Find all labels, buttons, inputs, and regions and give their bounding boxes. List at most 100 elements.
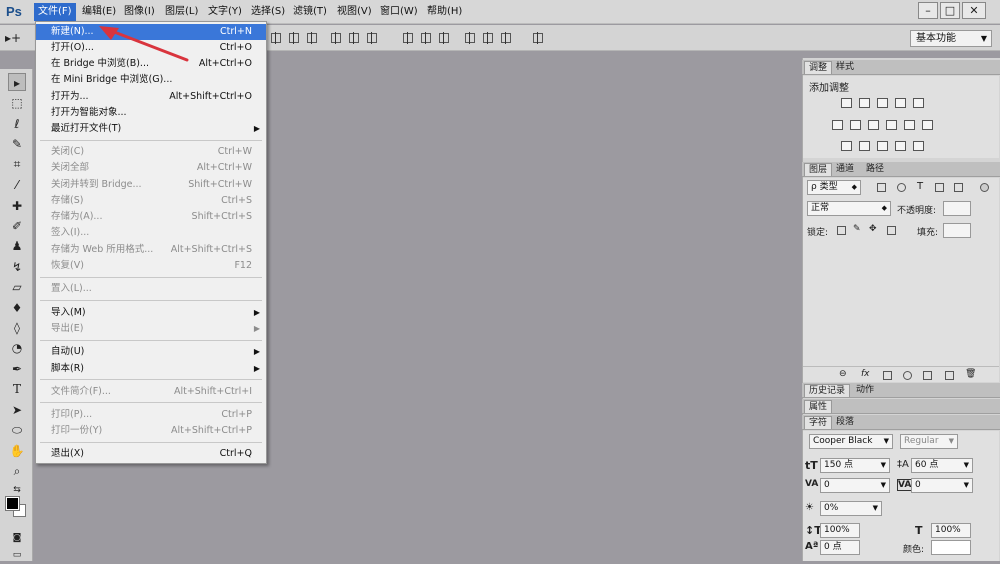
photo-filter-icon[interactable]	[886, 120, 897, 130]
new-layer-icon[interactable]	[945, 371, 954, 380]
tsume-input[interactable]: 0% ▼	[820, 501, 882, 516]
menu-item-exit[interactable]: 退出(X) Ctrl+Q	[36, 446, 266, 462]
menu-file[interactable]: 文件(F)	[34, 3, 76, 21]
font-size-input[interactable]: 150 点 ▼	[820, 458, 890, 473]
menu-select[interactable]: 选择(S)	[247, 3, 289, 21]
menu-item-open-smart-object[interactable]: 打开为智能对象...	[36, 105, 266, 121]
minimize-button[interactable]: –	[918, 2, 938, 19]
align-top-icon[interactable]	[270, 32, 282, 44]
eraser-tool-icon[interactable]: ▱	[8, 278, 26, 296]
align-bottom-icon[interactable]	[306, 32, 318, 44]
delete-layer-icon[interactable]: 🗑	[965, 369, 976, 379]
auto-align-icon[interactable]	[532, 32, 544, 44]
brightness-icon[interactable]	[841, 98, 852, 108]
exposure-icon[interactable]	[895, 98, 906, 108]
lock-image-icon[interactable]: ✎	[853, 224, 861, 234]
filter-pixel-icon[interactable]	[877, 183, 886, 192]
pen-tool-icon[interactable]: ✒	[8, 360, 26, 378]
color-lookup-icon[interactable]	[922, 120, 933, 130]
distribute-top-icon[interactable]	[402, 32, 414, 44]
foreground-color-swatch[interactable]	[5, 496, 20, 511]
distribute-left-icon[interactable]	[464, 32, 476, 44]
clone-stamp-tool-icon[interactable]: ♟	[8, 237, 26, 255]
brush-tool-icon[interactable]: ✐	[8, 217, 26, 235]
channel-mixer-icon[interactable]	[904, 120, 915, 130]
menu-edit[interactable]: 编辑(E)	[78, 3, 120, 21]
lock-position-icon[interactable]: ✥	[869, 224, 877, 234]
distribute-vcenter-icon[interactable]	[420, 32, 432, 44]
quick-mask-icon[interactable]: ◙	[8, 529, 26, 547]
selective-color-icon[interactable]	[895, 141, 906, 151]
quick-select-tool-icon[interactable]: ✎	[8, 135, 26, 153]
menu-item-recent-files[interactable]: 最近打开文件(T) ▶	[36, 121, 266, 137]
layer-filter-select[interactable]: ρ 类型 ◆	[807, 180, 861, 195]
curves-icon[interactable]	[877, 98, 888, 108]
history-brush-tool-icon[interactable]: ↯	[8, 258, 26, 276]
type-tool-icon[interactable]: T	[8, 380, 26, 398]
path-select-tool-icon[interactable]: ➤	[8, 401, 26, 419]
gradient-map-icon[interactable]	[913, 141, 924, 151]
invert-icon[interactable]	[841, 141, 852, 151]
baseline-shift-input[interactable]: 0 点	[820, 540, 860, 555]
tab-channels[interactable]: 通道	[832, 163, 858, 176]
filter-smart-object-icon[interactable]	[954, 183, 963, 192]
align-right-icon[interactable]	[366, 32, 378, 44]
horizontal-scale-input[interactable]: 100%	[931, 523, 971, 538]
menu-item-automate[interactable]: 自动(U) ▶	[36, 344, 266, 360]
paint-bucket-tool-icon[interactable]: ♦	[8, 299, 26, 317]
font-family-select[interactable]: Cooper Black ▼	[809, 434, 893, 449]
tracking-input[interactable]: 0 ▼	[911, 478, 973, 493]
workspace-select[interactable]: 基本功能 ▼	[910, 30, 992, 47]
tab-paragraph[interactable]: 段落	[832, 416, 858, 429]
menu-help[interactable]: 帮助(H)	[423, 3, 466, 21]
color-balance-icon[interactable]	[850, 120, 861, 130]
distribute-bottom-icon[interactable]	[438, 32, 450, 44]
align-hcenter-icon[interactable]	[348, 32, 360, 44]
close-button[interactable]: ✕	[962, 2, 986, 19]
blur-tool-icon[interactable]: ◊	[8, 319, 26, 337]
maximize-button[interactable]: □	[940, 2, 960, 19]
black-white-icon[interactable]	[868, 120, 879, 130]
menu-type[interactable]: 文字(Y)	[204, 3, 246, 21]
text-color-swatch[interactable]	[931, 540, 971, 555]
blend-mode-select[interactable]: 正常 ◆	[807, 201, 891, 216]
menu-layer[interactable]: 图层(L)	[161, 3, 202, 21]
levels-icon[interactable]	[859, 98, 870, 108]
filter-toggle-icon[interactable]	[980, 183, 989, 192]
distribute-hcenter-icon[interactable]	[482, 32, 494, 44]
lock-transparent-icon[interactable]	[837, 226, 846, 235]
threshold-icon[interactable]	[877, 141, 888, 151]
menu-view[interactable]: 视图(V)	[333, 3, 376, 21]
menu-item-open-as[interactable]: 打开为... Alt+Shift+Ctrl+O	[36, 89, 266, 105]
vibrance-icon[interactable]	[913, 98, 924, 108]
tab-properties[interactable]: 属性	[804, 400, 833, 413]
tab-layers[interactable]: 图层	[804, 163, 833, 176]
lasso-tool-icon[interactable]: ℓ	[8, 115, 26, 133]
align-left-icon[interactable]	[330, 32, 342, 44]
menu-item-scripts[interactable]: 脚本(R) ▶	[36, 361, 266, 377]
filter-type-icon[interactable]: T	[917, 181, 923, 192]
tab-styles[interactable]: 样式	[832, 61, 858, 74]
tab-actions[interactable]: 动作	[852, 384, 878, 397]
tab-character[interactable]: 字符	[804, 416, 833, 429]
vertical-scale-input[interactable]: 100%	[820, 523, 860, 538]
menu-filter[interactable]: 滤镜(T)	[289, 3, 331, 21]
tab-adjustments[interactable]: 调整	[804, 61, 833, 74]
crop-tool-icon[interactable]: ⌗	[8, 155, 26, 173]
layer-mask-icon[interactable]	[883, 371, 892, 380]
kerning-input[interactable]: 0 ▼	[820, 478, 890, 493]
hue-saturation-icon[interactable]	[832, 120, 843, 130]
tab-paths[interactable]: 路径	[862, 163, 888, 176]
screen-mode-icon[interactable]: ▭	[8, 546, 26, 564]
posterize-icon[interactable]	[859, 141, 870, 151]
new-adjustment-icon[interactable]	[903, 371, 912, 380]
leading-input[interactable]: 60 点 ▼	[911, 458, 973, 473]
distribute-right-icon[interactable]	[500, 32, 512, 44]
move-tool-preset-icon[interactable]: ▸+	[4, 29, 22, 47]
menu-item-browse-mini-bridge[interactable]: 在 Mini Bridge 中浏览(G)...	[36, 72, 266, 88]
hand-tool-icon[interactable]: ✋	[8, 442, 26, 460]
menu-image[interactable]: 图像(I)	[120, 3, 159, 21]
layer-style-icon[interactable]: fx	[861, 369, 870, 379]
healing-brush-tool-icon[interactable]: ✚	[8, 197, 26, 215]
dodge-tool-icon[interactable]: ◔	[8, 339, 26, 357]
